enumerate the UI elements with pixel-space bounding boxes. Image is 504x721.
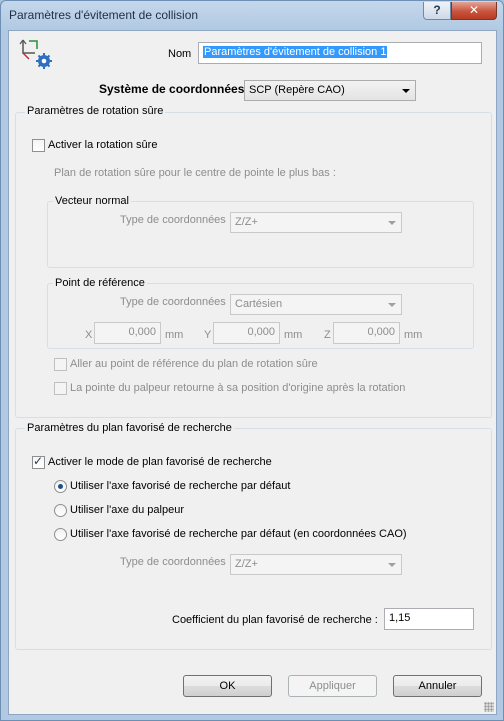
y-value: 0,000 — [247, 326, 275, 338]
goto-reference-checkbox[interactable] — [54, 358, 67, 371]
x-label: X — [85, 329, 93, 341]
y-label: Y — [204, 329, 212, 341]
x-value: 0,000 — [128, 326, 156, 338]
preferred-plane-coord-type-label: Type de coordonnées — [120, 556, 226, 568]
dialog-body: Nom Paramètres d'évitement de collision … — [8, 30, 497, 715]
radio-default-axis-label: Utiliser l'axe favorisé de recherche par… — [70, 480, 291, 492]
preferred-plane-coord-type-select[interactable]: Z/Z+ — [230, 554, 402, 575]
checkmark-icon: ✓ — [33, 454, 44, 468]
return-origin-checkbox[interactable] — [54, 382, 67, 395]
name-field[interactable]: Paramètres d'évitement de collision 1 — [198, 42, 482, 64]
close-button[interactable]: ✕ — [451, 2, 497, 20]
radio-probe-axis[interactable] — [54, 504, 67, 517]
radio-cad-axis[interactable] — [54, 528, 67, 541]
radio-default-axis[interactable] — [54, 480, 67, 493]
chevron-down-icon — [388, 303, 396, 307]
z-value: 0,000 — [367, 326, 395, 338]
coord-system-value: SCP (Repère CAO) — [249, 84, 345, 96]
radio-probe-axis-label: Utiliser l'axe du palpeur — [70, 504, 184, 516]
coord-system-label: Système de coordonnées — [99, 82, 245, 96]
reference-point-coord-type-value: Cartésien — [235, 298, 283, 310]
safe-rotation-plane-caption: Plan de rotation sûre pour le centre de … — [54, 167, 336, 179]
x-unit: mm — [165, 329, 184, 341]
apply-button[interactable]: Appliquer — [288, 675, 377, 697]
y-unit: mm — [284, 329, 303, 341]
name-label: Nom — [168, 48, 192, 60]
reference-point-title: Point de référence — [53, 277, 147, 289]
safe-rotation-group-title: Paramètres de rotation sûre — [25, 105, 166, 117]
chevron-down-icon — [388, 221, 396, 225]
reference-point-coord-type-label: Type de coordonnées — [120, 296, 226, 308]
reference-point-coord-type-select[interactable]: Cartésien — [230, 294, 402, 315]
ok-button[interactable]: OK — [183, 675, 272, 697]
x-field[interactable]: 0,000 — [94, 322, 161, 344]
z-field[interactable]: 0,000 — [333, 322, 400, 344]
goto-reference-label: Aller au point de référence du plan de r… — [70, 358, 318, 370]
preferred-plane-checkbox[interactable]: ✓ — [32, 454, 45, 469]
dialog-window: Paramètres d'évitement de collision ? ✕ … — [0, 0, 504, 721]
window-title: Paramètres d'évitement de collision — [9, 8, 199, 22]
collision-settings-icon — [19, 37, 53, 69]
name-value: Paramètres d'évitement de collision 1 — [203, 46, 388, 58]
radio-selected-dot — [58, 484, 63, 489]
title-bar[interactable]: Paramètres d'évitement de collision ? ✕ — [1, 1, 503, 29]
cancel-button[interactable]: Annuler — [393, 675, 482, 697]
coefficient-field[interactable]: 1,15 — [384, 608, 474, 630]
normal-vector-coord-type-select[interactable]: Z/Z+ — [230, 212, 402, 233]
coord-system-select[interactable]: SCP (Repère CAO) — [244, 80, 416, 101]
coefficient-value: 1,15 — [389, 612, 411, 624]
z-unit: mm — [404, 329, 423, 341]
chevron-down-icon — [388, 563, 396, 567]
radio-cad-axis-label: Utiliser l'axe favorisé de recherche par… — [70, 528, 407, 540]
help-button[interactable]: ? — [423, 2, 451, 20]
preferred-plane-coord-type-value: Z/Z+ — [235, 558, 258, 570]
preferred-plane-checkbox-label: Activer le mode de plan favorisé de rech… — [48, 456, 272, 468]
return-origin-label: La pointe du palpeur retourne à sa posit… — [70, 382, 406, 394]
coefficient-label: Coefficient du plan favorisé de recherch… — [172, 614, 378, 626]
z-label: Z — [324, 329, 331, 341]
normal-vector-title: Vecteur normal — [53, 195, 131, 207]
normal-vector-coord-type-value: Z/Z+ — [235, 216, 258, 228]
preferred-plane-group-title: Paramètres du plan favorisé de recherche — [25, 422, 234, 434]
safe-rotation-checkbox[interactable] — [32, 139, 45, 152]
safe-rotation-checkbox-label: Activer la rotation sûre — [48, 139, 158, 151]
resize-grip[interactable] — [484, 702, 494, 712]
y-field[interactable]: 0,000 — [213, 322, 280, 344]
normal-vector-coord-type-label: Type de coordonnées — [120, 214, 226, 226]
chevron-down-icon — [402, 89, 410, 93]
